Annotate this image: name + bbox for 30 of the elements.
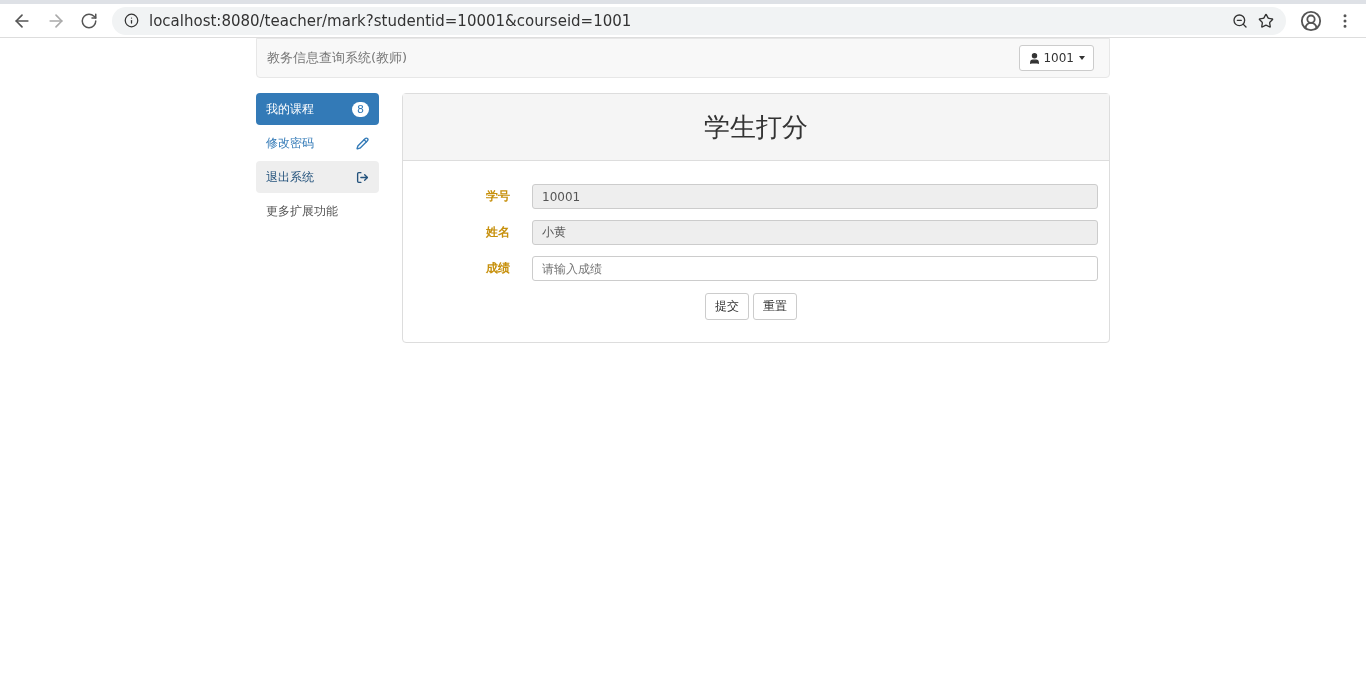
input-field[interactable]: 10001 [532,184,1098,209]
sidebar-item[interactable]: 修改密码 [256,127,379,159]
sidebar-label: 修改密码 [266,134,314,152]
sidebar-item[interactable]: 更多扩展功能 [256,195,379,227]
user-dropdown[interactable]: 1001 [1019,45,1094,71]
caret-icon [1079,56,1085,60]
pencil-icon [356,136,369,150]
sidebar-label: 我的课程 [266,100,314,118]
field-label: 学号 [485,188,510,205]
form-button[interactable]: 提交 [704,293,749,320]
input-field[interactable]: 请输入成绩 [532,256,1098,281]
form-button[interactable]: 重置 [752,293,797,320]
sidebar-item[interactable]: 退出系统 [256,161,379,193]
zoom-out-icon[interactable] [1232,12,1248,29]
reload-icon[interactable] [80,11,98,30]
sidebar-label: 退出系统 [266,168,314,186]
star-icon[interactable] [1258,12,1274,29]
info-icon [124,13,139,28]
count-badge: 8 [352,101,369,117]
user-icon [1028,51,1042,65]
url-text: localhost:8080/teacher/mark?studentid=10001&courseid=1001 [149,11,633,30]
input-field[interactable]: 小黄 [532,220,1098,245]
brand-text[interactable]: 教务信息查询系统(教师) [267,49,408,67]
address-bar[interactable]: localhost:8080/teacher/mark?studentid=10001&courseid=1001 [112,6,1286,35]
sidebar-item[interactable]: 我的课程 8 [256,93,379,125]
panel-title: 学生打分 [704,110,808,144]
field-label: 成绩 [485,260,510,277]
profile-icon[interactable] [1300,9,1322,32]
logout-icon [356,170,369,184]
field-label: 姓名 [485,224,510,241]
